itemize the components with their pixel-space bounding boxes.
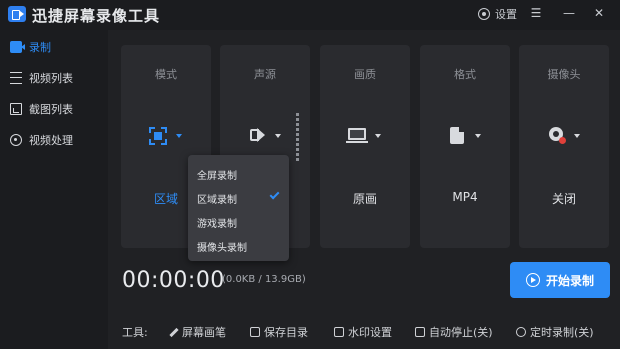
quality-card[interactable]: 画质 原画 [320, 45, 410, 248]
sidebar: 录制 视频列表 截图列表 视频处理 [0, 30, 108, 349]
format-selector[interactable] [448, 127, 481, 147]
title-bar: 迅捷屏幕录像工具 设置 ☰ — ✕ [0, 0, 620, 30]
tool-label: 保存目录 [264, 326, 308, 339]
settings-label: 设置 [495, 8, 517, 21]
watermark-button[interactable]: 水印设置 [334, 324, 392, 340]
video-process-icon [10, 134, 22, 146]
tools-label: 工具: [122, 326, 148, 339]
webcam-icon [549, 127, 566, 144]
webcam-value: 关闭 [551, 192, 576, 206]
mode-selector[interactable] [149, 127, 182, 147]
minimize-button[interactable]: — [562, 6, 576, 20]
sidebar-item-label: 视频处理 [29, 134, 73, 147]
tool-label: 自动停止(关) [429, 326, 493, 339]
format-title: 格式 [454, 68, 476, 81]
watermark-icon [334, 327, 344, 337]
sidebar-item-screenshot-list[interactable]: 截图列表 [0, 95, 108, 123]
region-icon [149, 127, 167, 145]
webcam-card[interactable]: 摄像头 关闭 [519, 45, 609, 248]
quality-title: 画质 [354, 68, 376, 81]
dropdown-option-game[interactable]: 游戏录制 [197, 215, 237, 230]
speaker-icon [250, 128, 265, 142]
chevron-down-icon [275, 134, 281, 138]
disk-usage: (0.0KB / 13.9GB) [222, 274, 306, 285]
record-timer: 00:00:00 [122, 268, 225, 293]
folder-icon [250, 327, 260, 337]
volume-level-meter [296, 113, 300, 165]
dropdown-option-webcam[interactable]: 摄像头录制 [197, 239, 247, 254]
timer-icon [516, 327, 526, 337]
format-card[interactable]: 格式 MP4 [420, 45, 510, 248]
sidebar-item-video-list[interactable]: 视频列表 [0, 64, 108, 92]
sidebar-item-label: 截图列表 [29, 103, 73, 116]
webcam-selector[interactable] [547, 127, 580, 147]
sidebar-item-label: 视频列表 [29, 72, 73, 85]
pen-icon [168, 327, 178, 337]
start-record-label: 开始录制 [545, 273, 594, 288]
record-icon [10, 41, 25, 53]
chevron-down-icon [375, 134, 381, 138]
auto-stop-icon [415, 327, 425, 337]
sidebar-item-record[interactable]: 录制 [0, 33, 108, 61]
tool-label: 屏幕画笔 [182, 326, 226, 339]
format-value: MP4 [452, 190, 478, 204]
tool-label: 水印设置 [348, 326, 392, 339]
monitor-icon [346, 128, 368, 143]
dropdown-option-fullscreen[interactable]: 全屏录制 [197, 167, 237, 182]
file-icon [450, 127, 464, 144]
settings-button[interactable]: 设置 [478, 6, 517, 22]
tool-label: 定时录制(关) [530, 326, 594, 339]
start-record-button[interactable]: 开始录制 [510, 262, 610, 298]
tools-bar: 工具: 屏幕画笔 保存目录 水印设置 自动停止(关) 定时录制(关) [122, 322, 612, 340]
quality-selector[interactable] [346, 127, 381, 147]
mode-title: 模式 [155, 68, 177, 81]
quality-value: 原画 [352, 192, 377, 206]
video-list-icon [10, 72, 22, 84]
gear-icon [478, 8, 490, 20]
sidebar-item-label: 录制 [29, 41, 51, 54]
chevron-down-icon [574, 134, 580, 138]
audio-selector[interactable] [248, 127, 281, 147]
webcam-title: 摄像头 [547, 68, 581, 81]
chevron-down-icon [176, 134, 182, 138]
scheduled-record-button[interactable]: 定时录制(关) [516, 324, 594, 340]
screenshot-list-icon [10, 103, 22, 115]
close-button[interactable]: ✕ [592, 6, 606, 20]
menu-button[interactable]: ☰ [529, 6, 543, 20]
chevron-down-icon [475, 134, 481, 138]
app-logo-icon [8, 6, 26, 22]
checkmark-icon [269, 189, 280, 200]
audio-title: 声源 [254, 68, 276, 81]
sidebar-item-video-process[interactable]: 视频处理 [0, 126, 108, 154]
mode-dropdown-menu: 全屏录制 区域录制 游戏录制 摄像头录制 [188, 155, 289, 261]
auto-stop-button[interactable]: 自动停止(关) [415, 324, 493, 340]
play-icon [525, 273, 540, 287]
screen-pen-button[interactable]: 屏幕画笔 [168, 324, 226, 340]
app-title: 迅捷屏幕录像工具 [32, 7, 161, 25]
dropdown-option-region[interactable]: 区域录制 [197, 191, 237, 206]
save-folder-button[interactable]: 保存目录 [250, 324, 308, 340]
